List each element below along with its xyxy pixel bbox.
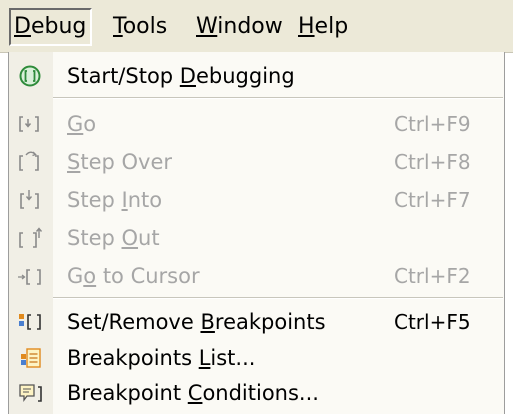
menu-item-label: Breakpoints List... xyxy=(67,346,256,370)
breakpoint-toggle-icon xyxy=(17,310,43,334)
menu-item-label: Step Into xyxy=(67,188,163,212)
go-icon xyxy=(17,112,43,136)
menu-window-label: indow xyxy=(217,14,283,39)
menu-item-start-stop-debugging[interactable]: Start/Stop Debugging xyxy=(9,57,504,95)
menu-item-step-over[interactable]: Step Over Ctrl+F8 xyxy=(9,143,504,181)
menu-item-label: Go to Cursor xyxy=(67,264,200,288)
breakpoint-conditions-icon xyxy=(17,381,43,405)
menu-item-step-into[interactable]: Step Into Ctrl+F7 xyxy=(9,181,504,219)
menu-tools-label: ools xyxy=(122,14,168,39)
menu-item-set-remove-breakpoints[interactable]: Set/Remove Breakpoints Ctrl+F5 xyxy=(9,303,504,341)
step-into-icon xyxy=(17,188,43,212)
menu-debug-mnemonic: D xyxy=(14,14,31,39)
start-stop-icon xyxy=(17,64,43,88)
step-over-icon xyxy=(17,150,43,174)
go-to-cursor-icon xyxy=(17,264,43,288)
menu-item-label: Start/Stop Debugging xyxy=(67,64,295,88)
menu-separator xyxy=(53,297,503,299)
menu-item-label: Set/Remove Breakpoints xyxy=(67,310,326,334)
menu-window-mnemonic: W xyxy=(196,14,218,39)
menu-tools-mnemonic: T xyxy=(113,14,123,39)
menu-window[interactable]: Window xyxy=(196,8,283,46)
menu-help-label: elp xyxy=(314,14,349,39)
menu-help[interactable]: Help xyxy=(298,8,348,46)
menu-item-go[interactable]: Go Ctrl+F9 xyxy=(9,105,504,143)
menu-item-step-out[interactable]: Step Out xyxy=(9,219,504,257)
menu-item-go-to-cursor[interactable]: Go to Cursor Ctrl+F2 xyxy=(9,257,504,295)
menu-item-shortcut: Ctrl+F5 xyxy=(394,310,471,334)
menu-item-breakpoint-conditions[interactable]: Breakpoint Conditions... xyxy=(9,374,504,412)
menu-item-label: Step Out xyxy=(67,226,160,250)
menu-debug-label: ebug xyxy=(30,14,87,39)
menu-item-label: Breakpoint Conditions... xyxy=(67,381,319,405)
menu-item-shortcut: Ctrl+F2 xyxy=(394,264,471,288)
menu-bar: Debug Tools Window Help xyxy=(0,0,513,53)
menu-item-label: Go xyxy=(67,112,97,136)
menu-item-label: Step Over xyxy=(67,150,173,174)
menu-separator xyxy=(53,97,503,99)
step-out-icon xyxy=(17,226,43,250)
breakpoints-list-icon xyxy=(17,346,43,370)
debug-dropdown-menu: Start/Stop Debugging Go Ctrl+F9 Step Ove… xyxy=(8,52,505,414)
menu-help-mnemonic: H xyxy=(298,14,315,39)
menu-item-shortcut: Ctrl+F8 xyxy=(394,150,471,174)
menu-item-breakpoints-list[interactable]: Breakpoints List... xyxy=(9,339,504,377)
menu-item-shortcut: Ctrl+F9 xyxy=(394,112,471,136)
menu-debug[interactable]: Debug xyxy=(9,8,93,46)
menu-item-shortcut: Ctrl+F7 xyxy=(394,188,471,212)
menu-tools[interactable]: Tools xyxy=(113,8,167,46)
